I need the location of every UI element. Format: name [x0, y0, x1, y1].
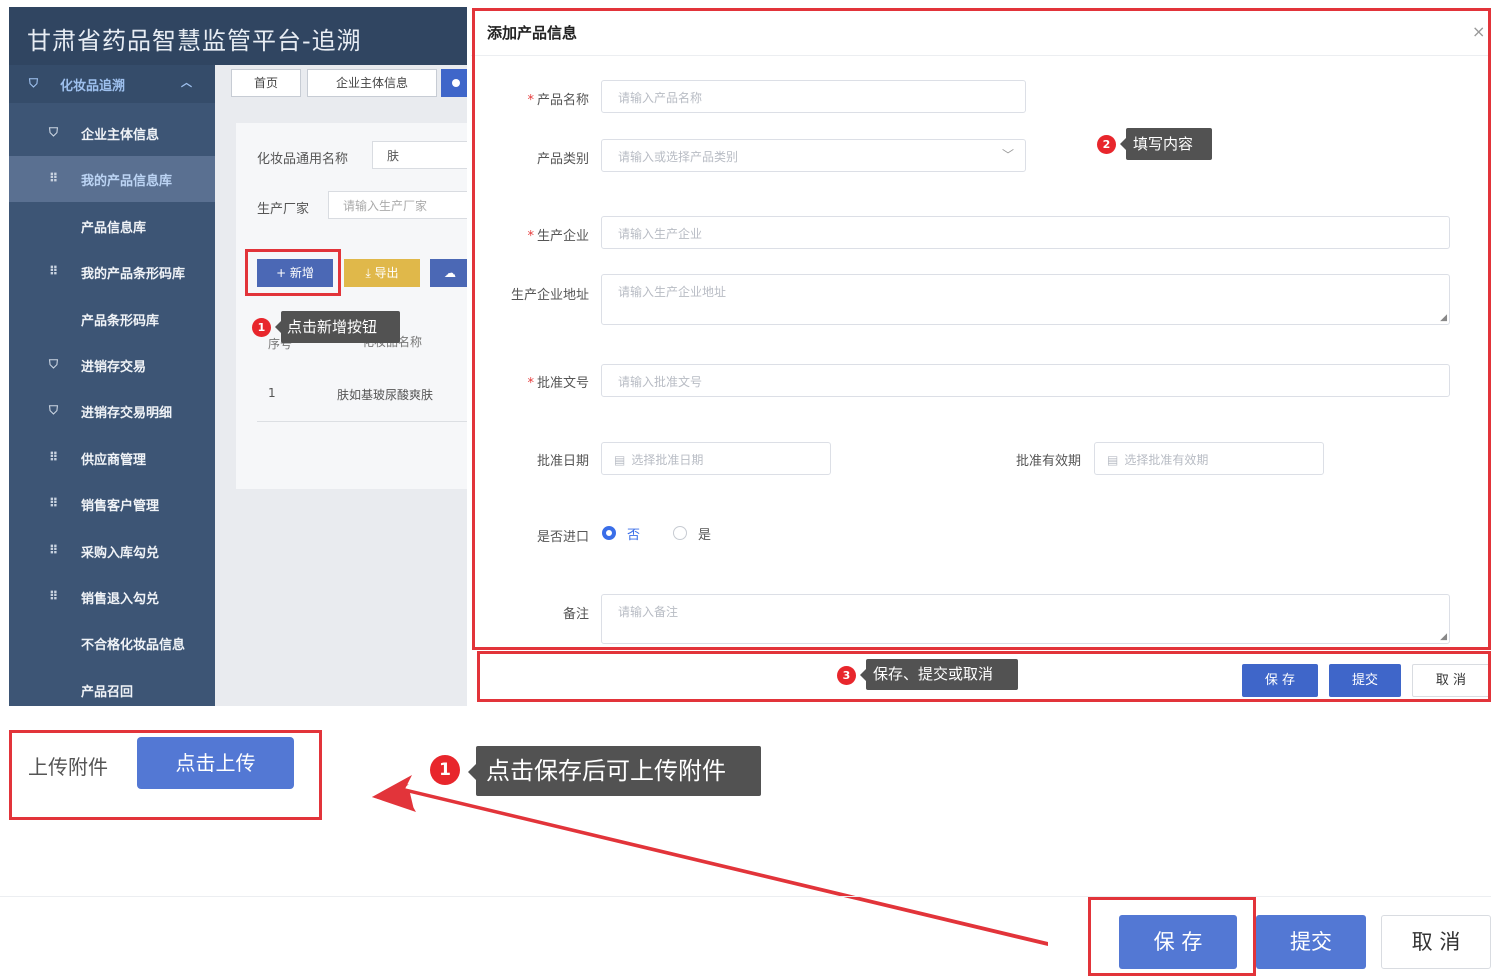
- arrow-shape: [372, 784, 1048, 946]
- highlight-save-button: [1088, 897, 1256, 976]
- bottom-cancel-button[interactable]: 取 消: [1381, 915, 1491, 969]
- bottom-divider: [0, 896, 1491, 897]
- red-arrow-annotation: [372, 775, 1048, 946]
- bottom-submit-button[interactable]: 提交: [1256, 915, 1366, 969]
